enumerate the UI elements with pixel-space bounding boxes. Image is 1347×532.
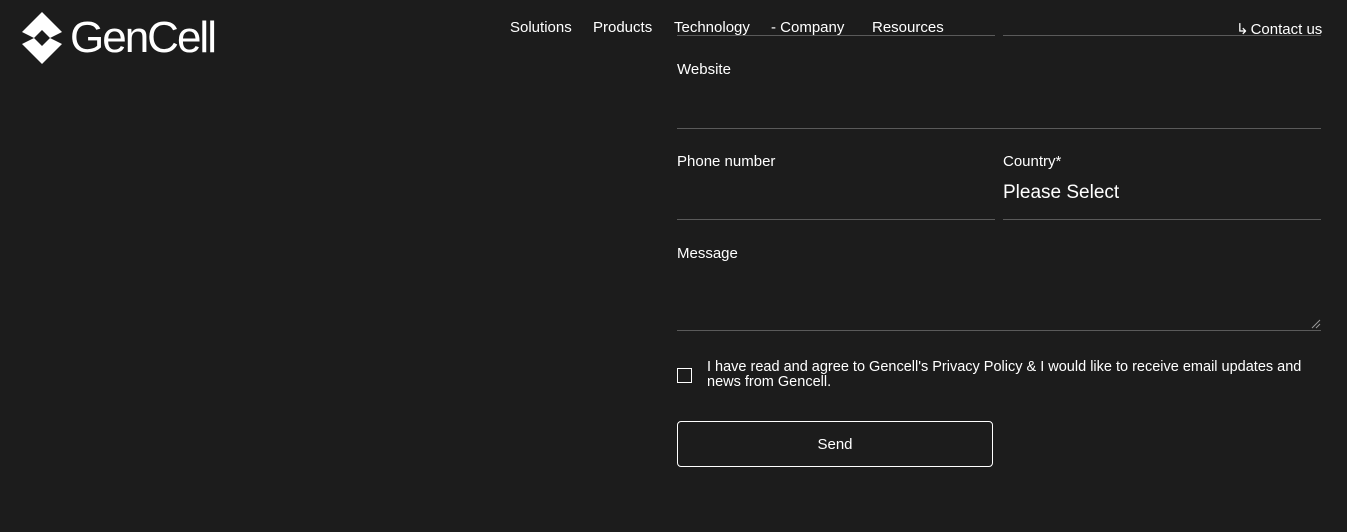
nav-item-solutions[interactable]: Solutions [510, 19, 572, 36]
message-textarea[interactable] [677, 330, 1321, 331]
send-button[interactable]: Send [677, 421, 993, 467]
consent-label: I have read and agree to Gencell's Priva… [707, 359, 1302, 390]
nav-item-technology[interactable]: Technology [674, 19, 750, 36]
resize-handle-icon[interactable] [1311, 319, 1321, 329]
country-select[interactable]: Please Select [1003, 182, 1119, 204]
gencell-logo-icon [22, 12, 62, 64]
website-field[interactable] [677, 128, 1321, 129]
field-underline [677, 35, 995, 36]
gencell-logo[interactable]: GenCell [22, 12, 217, 64]
website-label: Website [677, 61, 731, 78]
phone-number-label: Phone number [677, 153, 776, 170]
page: GenCell Solutions Products Technology - … [0, 0, 1347, 532]
message-label: Message [677, 245, 738, 262]
nav-item-products[interactable]: Products [593, 19, 652, 36]
consent-checkbox[interactable] [677, 368, 692, 383]
country-underline [1003, 219, 1321, 220]
field-underline [1003, 35, 1321, 36]
nav-item-company[interactable]: - Company [771, 19, 844, 36]
country-label: Country* [1003, 153, 1062, 170]
logo-wordmark: GenCell [70, 13, 217, 62]
nav-item-resources[interactable]: Resources [872, 19, 944, 36]
phone-number-field[interactable] [677, 219, 995, 220]
